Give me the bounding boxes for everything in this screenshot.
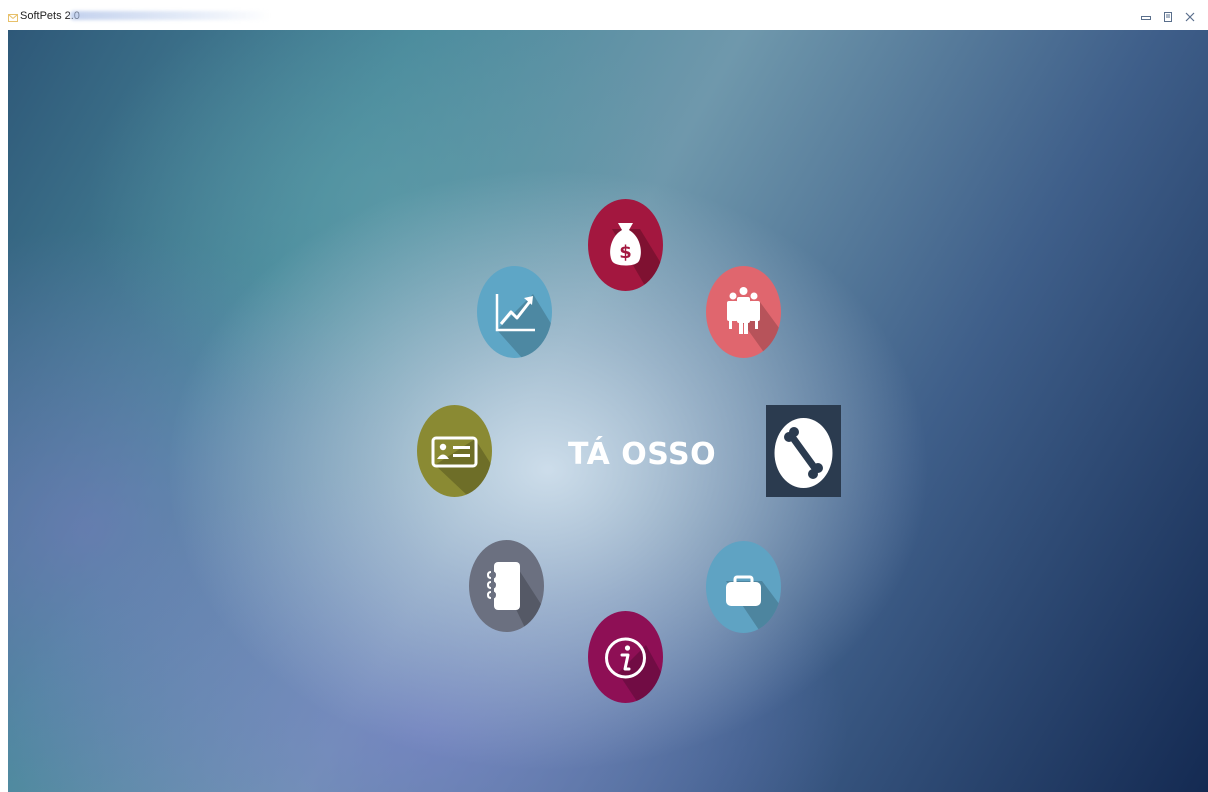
notebook-icon — [486, 562, 544, 632]
close-button[interactable] — [1180, 8, 1200, 26]
notebook-button[interactable] — [469, 540, 544, 632]
bone-icon — [774, 418, 833, 488]
briefcase-button[interactable] — [706, 541, 781, 633]
app-icon — [8, 14, 18, 22]
line-chart-icon — [495, 294, 552, 358]
main-background: TÁ OSSO $ — [8, 30, 1208, 792]
svg-text:$: $ — [619, 242, 632, 263]
window-controls — [1136, 8, 1200, 28]
restore-button[interactable] — [1158, 8, 1178, 26]
info-icon — [605, 637, 663, 703]
id-card-icon — [431, 436, 492, 497]
restore-icon — [1164, 12, 1172, 22]
chart-button[interactable] — [477, 266, 552, 358]
app-window: SoftPets 2.0 TÁ OSSO $ — [0, 0, 1208, 792]
title-blurred-text — [70, 11, 270, 20]
info-button[interactable] — [588, 611, 663, 703]
title-bar: SoftPets 2.0 — [0, 0, 1208, 30]
people-button[interactable] — [706, 266, 781, 358]
bone-button[interactable] — [766, 405, 841, 497]
people-group-icon — [727, 287, 781, 358]
briefcase-icon — [726, 575, 781, 633]
hub-title: TÁ OSSO — [568, 437, 717, 472]
finance-button[interactable]: $ — [588, 199, 663, 291]
money-bag-icon: $ — [610, 223, 663, 291]
close-icon — [1185, 12, 1195, 22]
id-card-button[interactable] — [417, 405, 492, 497]
minimize-icon — [1141, 16, 1151, 20]
minimize-button[interactable] — [1136, 8, 1156, 26]
